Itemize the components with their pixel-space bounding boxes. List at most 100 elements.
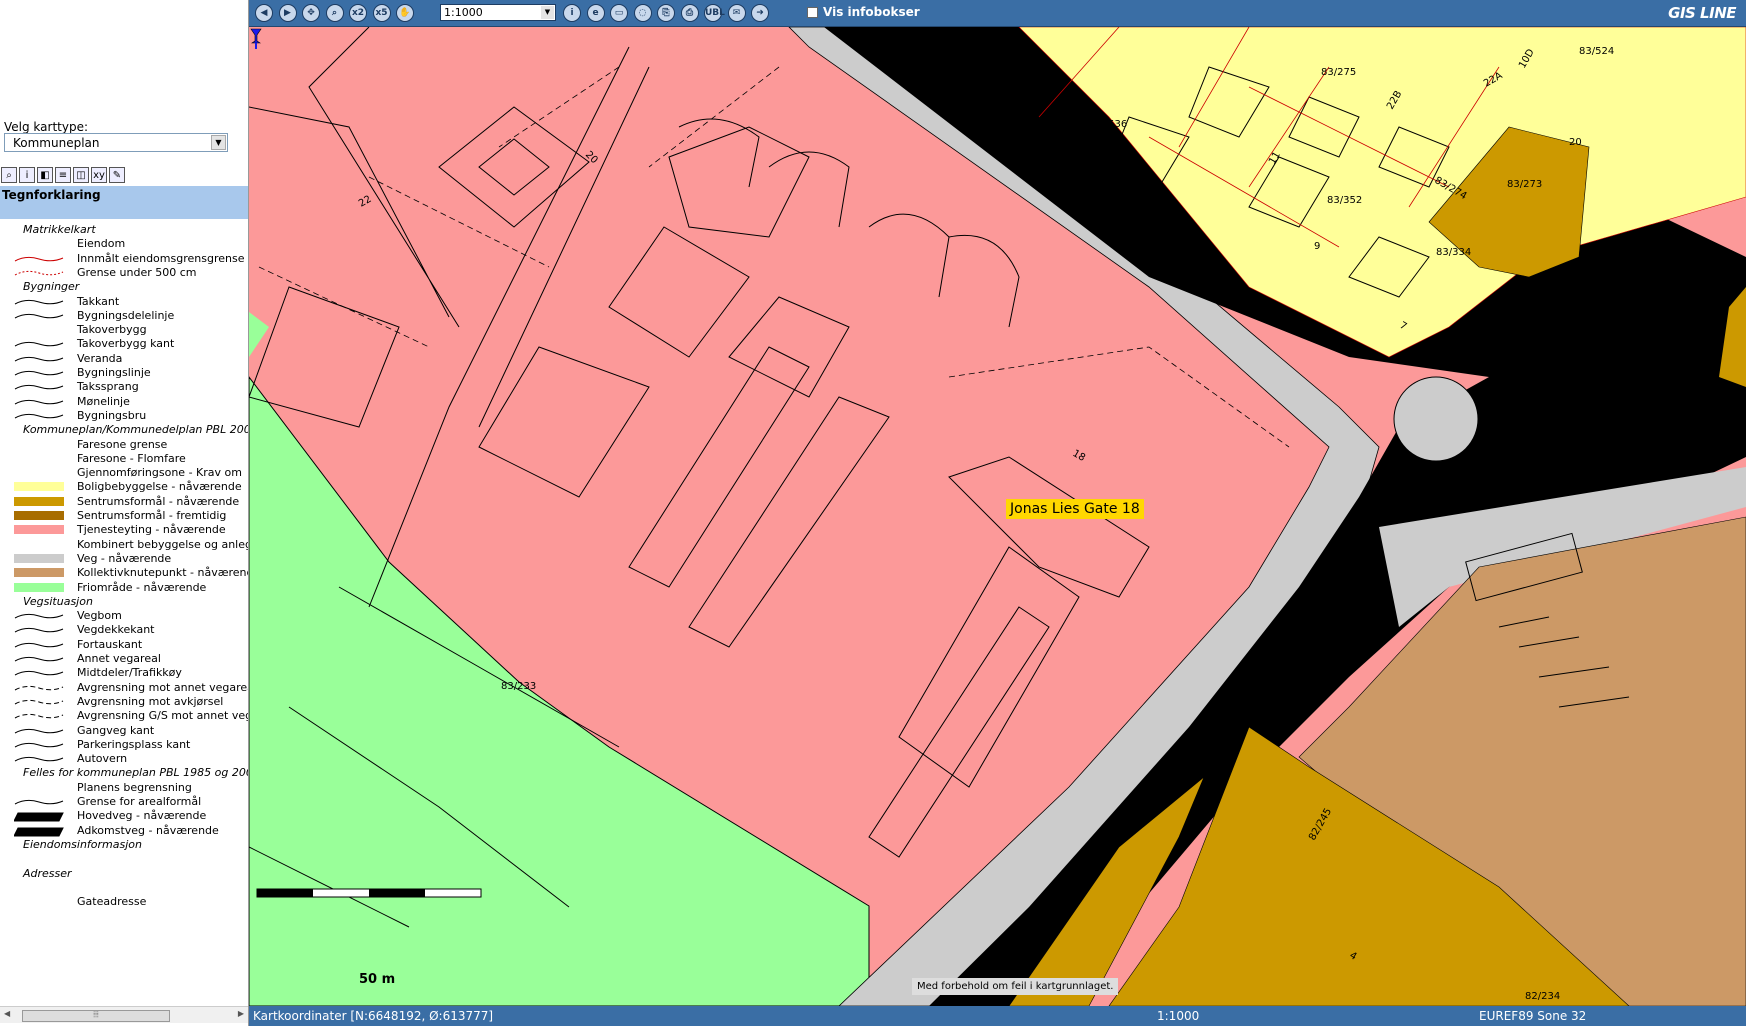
map-coordinates: Kartkoordinater [N:6648192, Ø:613777] [253, 1009, 494, 1023]
search-tool-icon[interactable]: ⌕ [1, 167, 17, 183]
horizontal-scrollbar[interactable]: ◀ ⦙⦙⦙ ▶ [0, 1006, 248, 1023]
legend-symbol [14, 668, 64, 678]
sidebar-toolbar: ⌕ i ◧ ≡ ◫ xy ✎ [1, 167, 125, 185]
zoom-x2-button[interactable]: x2 [349, 4, 367, 22]
legend-label: Grense under 500 cm [77, 265, 197, 279]
chevron-down-icon[interactable]: ▼ [211, 135, 226, 150]
map-label: 83/352 [1327, 195, 1362, 206]
legend-symbol [14, 640, 64, 650]
legend-label: Vegdekkekant [77, 623, 155, 637]
map-label: 20 [583, 149, 600, 166]
copy-button[interactable]: ⎘ [657, 4, 675, 22]
legend-label: Innmålt eiendomsgrensgrense [77, 251, 245, 265]
mail-button[interactable]: ✉ [727, 4, 746, 22]
e-button[interactable]: e [586, 4, 605, 22]
xy-tool-icon[interactable]: xy [91, 167, 107, 183]
legend-label: Faresone grense [77, 437, 168, 451]
legend-label: Midtdeler/Trafikkøy [77, 666, 182, 680]
scroll-right-icon[interactable]: ▶ [238, 1009, 244, 1018]
legend-label: Fortauskant [77, 637, 143, 651]
legend-symbol [14, 354, 64, 364]
legend-label: Parkeringsplass kant [77, 737, 191, 751]
legend-symbol [14, 397, 64, 407]
map-svg[interactable]: 83/53783/27583/52410D1383/53622A22B20118… [249, 27, 1746, 1006]
legend-label: Gateadresse [77, 895, 147, 909]
infobox-label: Vis infobokser [823, 5, 920, 19]
ubl-button[interactable]: UBL [704, 4, 725, 22]
measure-button[interactable]: ▭ [610, 4, 628, 22]
legend-label: Avgrensning G/S mot annet veg [77, 709, 248, 723]
legend-label: Veg - nåværende [77, 551, 172, 565]
text-tool-icon[interactable]: ◫ [73, 167, 89, 183]
legend-label: Grense for arealformål [77, 795, 202, 808]
legend-label: Sentrumsformål - fremtidig [77, 509, 227, 522]
legend-symbol [14, 268, 64, 278]
scale-select[interactable]: 1:1000 ▼ [440, 4, 556, 21]
legend-symbol [14, 496, 64, 506]
legend-label: Boligbebyggelse - nåværende [77, 480, 242, 494]
zoom-x5-button[interactable]: x5 [372, 4, 391, 22]
legend-label: Sentrumsformål - nåværende [77, 494, 240, 508]
map-label: 83/322 [1534, 339, 1569, 350]
pan-button[interactable]: ✥ [302, 4, 320, 22]
scale-bar-label: 50 m [359, 972, 396, 987]
legend-label: Matrikkelkart [23, 223, 96, 236]
legend-label: Takssprang [77, 380, 139, 394]
legend-symbol [14, 683, 64, 693]
edit-tool-icon[interactable]: ✎ [109, 167, 125, 183]
link-button[interactable]: ➜ [751, 4, 769, 22]
map-label: 22 [357, 194, 374, 210]
forward-button[interactable]: ▶ [278, 4, 297, 22]
legend-label: Avgrensning mot annet vegareal [77, 680, 248, 694]
legend-symbol [14, 311, 64, 321]
map-label: 83/524 [1579, 46, 1614, 57]
legend-label: Vegsituasjon [23, 594, 93, 608]
print-button[interactable]: ⎙ [680, 4, 699, 22]
map-pin-icon[interactable] [249, 27, 263, 49]
legend-symbol [14, 382, 64, 392]
scroll-left-icon[interactable]: ◀ [4, 1009, 10, 1018]
layers-tool-icon[interactable]: ◧ [37, 167, 53, 183]
scrollbar-thumb[interactable]: ⦙⦙⦙ [22, 1010, 170, 1022]
legend-symbol [14, 568, 64, 578]
map-label: 18 [1603, 237, 1616, 248]
map-label: 20 [1569, 137, 1582, 148]
info-button[interactable]: i [563, 4, 581, 22]
legend-label: Gjennomføringsone - Krav om [77, 466, 242, 480]
legend-symbol [13, 826, 64, 837]
area-button[interactable]: ◌ [633, 4, 652, 22]
legend-symbol [14, 582, 64, 592]
map-canvas[interactable]: 83/537 83/275 83/524 10D 13 83/536 22A 22B 20 11 8… [249, 27, 1746, 1006]
legend-label: Takkant [77, 294, 120, 308]
legend-label: Kommuneplan/Kommunedelplan PBL 2008 [23, 423, 248, 437]
karttype-select[interactable]: Kommuneplan ▼ [4, 133, 228, 152]
map-toolbar: 1:1000 ▼ Vis infobokser GIS LINE ◀ ▶ ✥ ⌕ x2 x… [249, 0, 1746, 27]
infobox-checkbox[interactable] [807, 7, 818, 18]
legend-label: Planens begrensning [77, 780, 192, 794]
disclaimer: Med forbehold om feil i kartgrunnlaget. [912, 978, 1119, 995]
legend-label: Kombinert bebyggelse og anlegg [77, 537, 248, 551]
legend-group-heading: Adresser [0, 866, 248, 882]
address-tooltip[interactable]: Jonas Lies Gate 18 [1006, 499, 1144, 519]
legend-label: Adresser [23, 866, 72, 880]
legend-label: Kollektivknutepunkt - nåværende [77, 566, 248, 580]
zoom-button[interactable]: ⌕ [325, 4, 344, 22]
legend-label: Takoverbygg kant [77, 337, 175, 351]
scale-bar [256, 888, 482, 898]
legend-symbol [14, 697, 64, 707]
legend-group-heading: Eiendomsinformasjon [0, 837, 248, 853]
chevron-down-icon[interactable]: ▼ [541, 6, 554, 19]
legend-list: Matrikkelkart Eiendom Innmålt eiendomsgren… [0, 222, 248, 1002]
info-tool-icon[interactable]: i [19, 167, 35, 183]
legend-label: Autovern [77, 752, 128, 766]
status-scale: 1:1000 [1157, 1009, 1200, 1023]
legend-label: Veranda [77, 351, 123, 365]
map-label: 83/267 [1657, 284, 1692, 295]
map-label: 18 [1071, 448, 1088, 464]
legend-symbol [13, 811, 64, 822]
back-button[interactable]: ◀ [255, 4, 273, 22]
legend-tool-icon[interactable]: ≡ [55, 167, 71, 183]
legend-symbol [14, 297, 64, 307]
legend-symbol [14, 511, 64, 520]
hand-button[interactable]: ✋ [396, 4, 414, 22]
